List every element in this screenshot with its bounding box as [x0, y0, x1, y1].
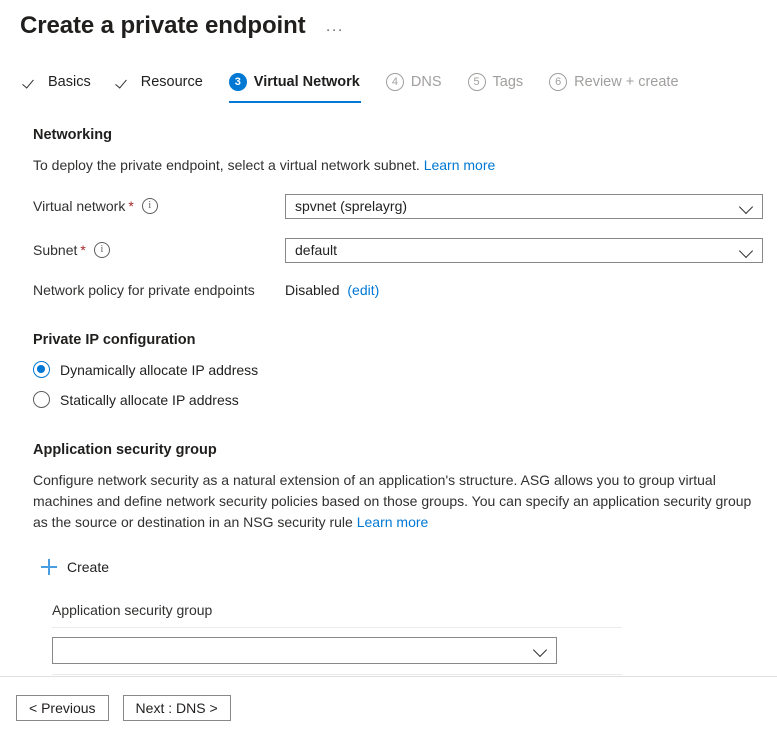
asg-heading: Application security group — [33, 442, 217, 458]
chevron-down-icon — [532, 642, 548, 658]
page-title: Create a private endpoint — [20, 12, 306, 39]
asg-create-label: Create — [67, 559, 110, 575]
chevron-down-icon — [738, 199, 754, 214]
tab-tags-label: Tags — [492, 74, 524, 90]
networking-description: To deploy the private endpoint, select a… — [33, 155, 768, 175]
tab-review-create[interactable]: 6 Review + create — [549, 67, 679, 99]
asg-learn-more-link[interactable]: Learn more — [357, 514, 429, 530]
tab-step-number: 4 — [385, 73, 404, 91]
tab-tags[interactable]: 5 Tags — [467, 67, 524, 99]
tab-basics[interactable]: Basics — [24, 67, 91, 99]
tab-review-create-label: Review + create — [574, 74, 679, 90]
networking-description-text: To deploy the private endpoint, select a… — [33, 157, 420, 173]
tab-virtual-network-label: Virtual Network — [253, 74, 360, 90]
next-dns-button[interactable]: Next : DNS > — [122, 695, 231, 721]
asg-field-label: Application security group — [52, 602, 213, 618]
virtual-network-select[interactable]: spvnet (sprelayrg) — [285, 193, 763, 219]
check-icon — [24, 75, 41, 89]
tab-basics-label: Basics — [48, 74, 91, 90]
radio-dynamic-allocate[interactable]: Dynamically allocate IP address — [33, 361, 777, 378]
radio-static-allocate[interactable]: Statically allocate IP address — [33, 391, 777, 408]
tab-step-number: 3 — [228, 73, 247, 91]
asg-divider-bottom — [52, 674, 622, 675]
private-ip-heading: Private IP configuration — [33, 332, 196, 348]
wizard-footer: < Previous Next : DNS > — [16, 695, 245, 721]
network-policy-edit-link[interactable]: (edit) — [347, 282, 379, 298]
tab-dns-label: DNS — [410, 74, 442, 90]
network-policy-value-group: Disabled (edit) — [285, 282, 379, 298]
tab-step-number: 6 — [549, 73, 568, 91]
network-policy-value: Disabled — [285, 282, 340, 298]
plus-icon — [41, 559, 57, 575]
tab-dns[interactable]: 4 DNS — [385, 67, 442, 99]
active-tab-underline — [228, 101, 361, 103]
subnet-label: Subnet — [33, 242, 78, 258]
radio-button-selected-icon[interactable] — [33, 361, 50, 378]
required-asterisk: * — [128, 198, 134, 214]
radio-button-icon[interactable] — [33, 391, 50, 408]
previous-button[interactable]: < Previous — [16, 695, 109, 721]
asg-field-block: Application security group — [52, 602, 622, 675]
network-policy-label: Network policy for private endpoints — [33, 282, 255, 298]
asg-create-button[interactable]: Create — [41, 559, 109, 575]
chevron-down-icon — [738, 243, 754, 258]
page-header: Create a private endpoint ··· — [0, 0, 777, 41]
virtual-network-label-group: Virtual network * i — [33, 198, 285, 214]
asg-select[interactable] — [52, 637, 557, 664]
virtual-network-value: spvnet (sprelayrg) — [295, 198, 408, 214]
tab-resource[interactable]: Resource — [117, 67, 203, 99]
form-content: Networking To deploy the private endpoin… — [0, 127, 777, 675]
tab-step-number: 5 — [467, 73, 486, 91]
info-icon[interactable]: i — [93, 242, 110, 258]
subnet-label-group: Subnet * i — [33, 242, 285, 258]
radio-static-label: Statically allocate IP address — [60, 391, 239, 408]
radio-dynamic-label: Dynamically allocate IP address — [60, 361, 259, 378]
footer-divider — [0, 676, 777, 677]
asg-select-wrapper — [52, 628, 622, 674]
networking-heading: Networking — [33, 127, 112, 143]
network-policy-row: Network policy for private endpoints Dis… — [33, 282, 777, 298]
asg-description: Configure network security as a natural … — [33, 470, 768, 533]
virtual-network-row: Virtual network * i spvnet (sprelayrg) — [33, 193, 777, 219]
networking-learn-more-link[interactable]: Learn more — [424, 157, 496, 173]
subnet-row: Subnet * i default — [33, 237, 777, 263]
check-icon — [117, 75, 134, 89]
more-options-icon[interactable]: ··· — [326, 22, 344, 37]
tab-resource-label: Resource — [140, 74, 203, 90]
wizard-tabs: Basics Resource 3 Virtual Network 4 DNS … — [0, 67, 777, 103]
required-asterisk: * — [80, 242, 86, 258]
info-icon[interactable]: i — [141, 198, 158, 214]
virtual-network-label: Virtual network — [33, 198, 126, 214]
subnet-value: default — [295, 242, 338, 258]
tab-virtual-network[interactable]: 3 Virtual Network — [228, 67, 361, 103]
subnet-select[interactable]: default — [285, 237, 763, 263]
